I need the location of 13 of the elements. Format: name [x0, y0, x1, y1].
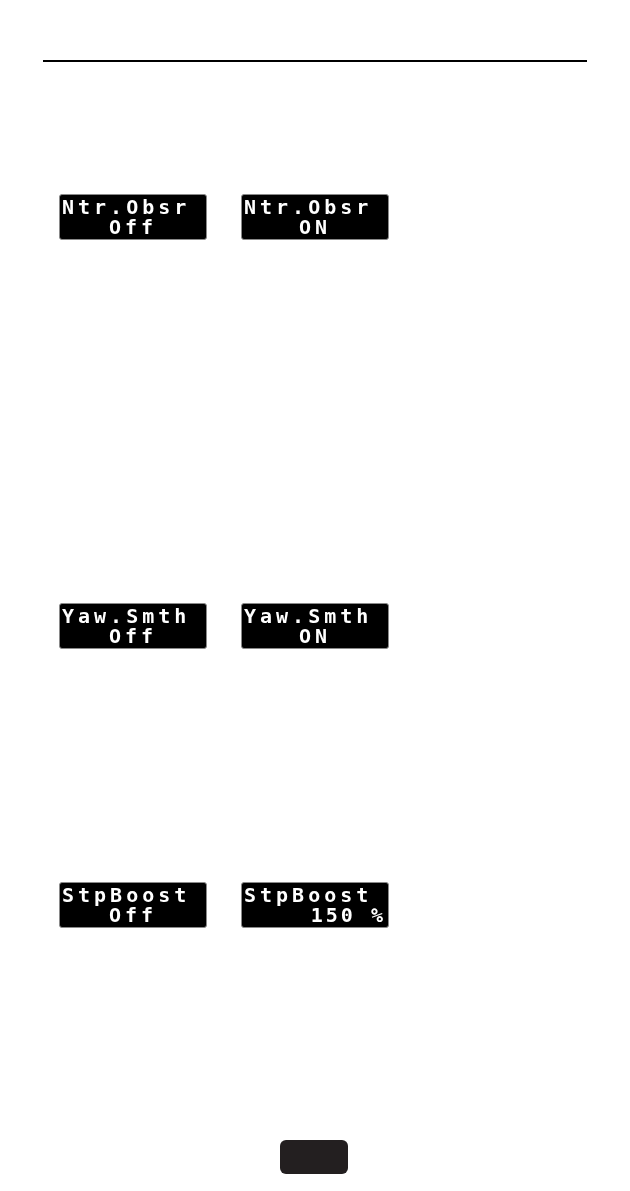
- display-value: Off: [108, 217, 158, 237]
- display-value: ON: [298, 217, 332, 237]
- display-value: Off: [108, 905, 158, 925]
- display-value: 150 %: [310, 905, 386, 925]
- display-value: ON: [298, 626, 332, 646]
- page-marker: [280, 1140, 348, 1174]
- display-value: Off: [108, 626, 158, 646]
- display-label: StpBoost: [244, 885, 373, 905]
- display-label: Yaw.Smth: [244, 606, 373, 626]
- display-label: Ntr.Obsr: [244, 197, 373, 217]
- display-label: Yaw.Smth: [62, 606, 191, 626]
- display-label: StpBoost: [62, 885, 191, 905]
- display-label: Ntr.Obsr: [62, 197, 191, 217]
